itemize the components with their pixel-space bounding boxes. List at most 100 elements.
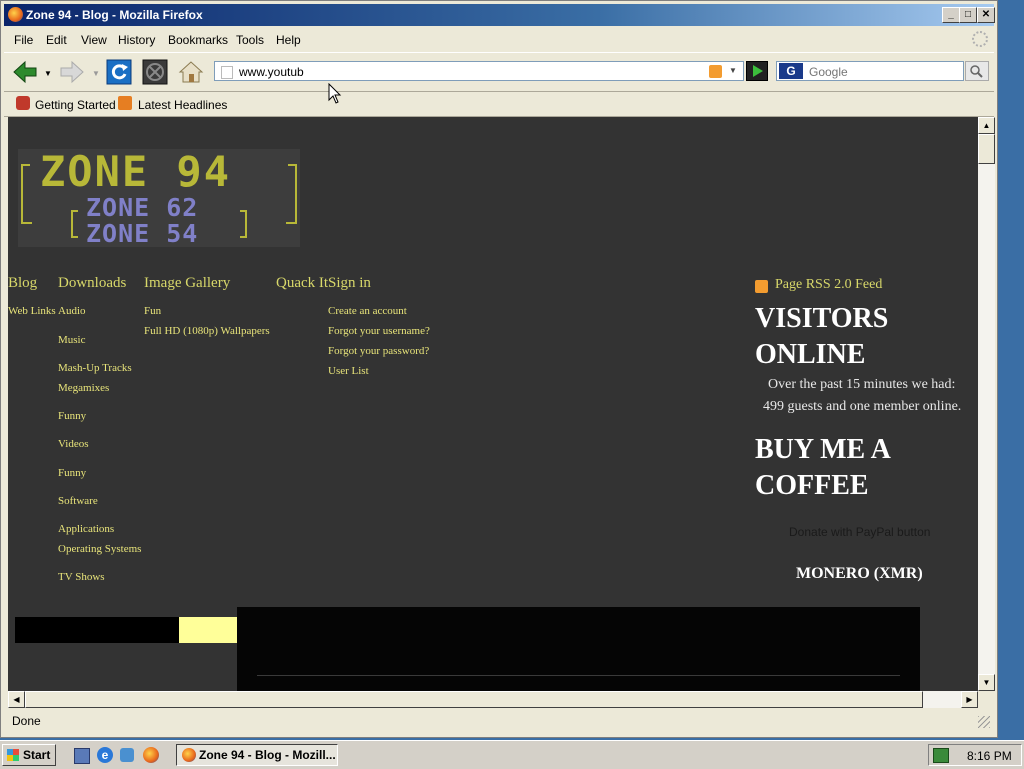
back-dropdown-icon[interactable]: ▼ [44,69,52,78]
reload-icon[interactable] [106,59,132,85]
page-rss-icon [755,280,768,293]
horizontal-scroll-thumb[interactable] [25,691,923,708]
nav-quack-it[interactable]: Quack It [276,275,328,292]
status-bar: Done [4,710,994,732]
nav-blog[interactable]: Blog [8,275,37,292]
taskbar: Start e Zone 94 - Blog - Mozill... 8:16 … [0,740,1024,769]
scroll-up-arrow-icon[interactable]: ▲ [978,117,995,134]
monero-heading: MONERO (XMR) [796,565,923,582]
logo-zone62-text: ZONE 62 [86,193,199,222]
taskbar-firefox-icon [182,748,196,762]
bookmarks-toolbar: Getting Started Latest Headlines [4,92,994,117]
vertical-scrollbar[interactable]: ▲ ▼ [978,117,995,691]
menu-bar: File Edit View History Bookmarks Tools H… [4,28,994,50]
visitors-heading-line2: ONLINE [755,339,866,370]
signin-user-list[interactable]: User List [328,365,369,377]
downloads-applications[interactable]: Applications [58,523,114,535]
nav-sign-in[interactable]: Sign in [328,275,371,292]
video-player-area[interactable] [237,607,920,691]
throbber-icon [972,31,988,47]
gallery-fun[interactable]: Fun [144,305,161,317]
vertical-scroll-thumb[interactable] [978,134,995,164]
clock[interactable]: 8:16 PM [967,749,1012,763]
go-button[interactable] [746,61,768,81]
menu-bookmarks[interactable]: Bookmarks [168,33,228,47]
downloads-music[interactable]: Music [58,334,86,346]
signin-create-account[interactable]: Create an account [328,305,407,317]
system-tray: 8:16 PM [928,744,1022,766]
close-button[interactable]: ✕ [977,7,995,23]
downloads-operating-systems[interactable]: Operating Systems [58,543,141,555]
scroll-down-arrow-icon[interactable]: ▼ [978,674,995,691]
title-bar[interactable]: Zone 94 - Blog - Mozilla Firefox _ □ ✕ [4,4,995,26]
home-icon[interactable] [178,59,204,85]
zone94-logo[interactable]: ZONE 94 ZONE 62 ZONE 54 [18,147,300,248]
menu-view[interactable]: View [81,33,107,47]
show-desktop-icon[interactable] [74,748,90,764]
url-dropdown-icon[interactable]: ▼ [729,66,737,75]
search-magnifier-icon[interactable] [965,61,989,81]
resize-grip-icon[interactable] [978,716,990,728]
mouse-cursor-icon [328,83,342,104]
black-banner-left [15,617,179,643]
search-input[interactable] [807,64,961,80]
downloads-videos[interactable]: Videos [58,438,89,450]
downloads-tv-shows[interactable]: TV Shows [58,571,105,583]
downloads-mashup-tracks[interactable]: Mash-Up Tracks [58,362,132,374]
maximize-button[interactable]: □ [959,7,977,23]
downloads-megamixes[interactable]: Megamixes [58,382,109,394]
paypal-donate-button[interactable]: Donate with PayPal button [789,525,930,539]
latest-headlines-rss-icon [118,96,132,110]
signin-forgot-password[interactable]: Forgot your password? [328,345,429,357]
ie-quicklaunch-icon[interactable]: e [97,747,113,763]
getting-started-icon [16,96,30,110]
minimize-button[interactable]: _ [942,7,960,23]
forward-arrow-icon[interactable] [59,59,85,85]
gallery-wallpapers[interactable]: Full HD (1080p) Wallpapers [144,325,270,337]
signin-forgot-username[interactable]: Forgot your username? [328,325,430,337]
menu-edit[interactable]: Edit [46,33,67,47]
video-progress-line [257,675,900,676]
bookmark-latest-headlines[interactable]: Latest Headlines [138,98,227,112]
menu-file[interactable]: File [14,33,33,47]
downloads-software[interactable]: Software [58,495,98,507]
stop-icon[interactable] [142,59,168,85]
scroll-left-arrow-icon[interactable]: ◀ [8,691,25,708]
firefox-quicklaunch-icon[interactable] [143,747,159,763]
google-engine-icon[interactable]: G [779,63,803,79]
downloads-funny-audio[interactable]: Funny [58,410,86,422]
taskbar-firefox-window[interactable]: Zone 94 - Blog - Mozill... [176,744,338,766]
start-button[interactable]: Start [2,744,56,766]
search-bar[interactable]: G [776,61,964,81]
menu-tools[interactable]: Tools [236,33,264,47]
downloads-audio[interactable]: Audio [58,305,86,317]
visitors-heading-line1: VISITORS [755,303,889,334]
logo-zone94-text: ZONE 94 [40,147,232,196]
coffee-heading-line1: BUY ME A [755,434,891,465]
firefox-icon [8,7,23,22]
page-rss-feed-link[interactable]: Page RSS 2.0 Feed [775,277,882,293]
page-favicon-icon [221,66,233,79]
windows-logo-icon [7,749,19,761]
network-quicklaunch-icon[interactable] [120,748,134,762]
downloads-funny-videos[interactable]: Funny [58,467,86,479]
rss-feed-icon[interactable] [709,65,722,78]
menu-help[interactable]: Help [276,33,301,47]
horizontal-scrollbar[interactable]: ◀ ▶ [8,691,978,708]
scroll-right-arrow-icon[interactable]: ▶ [961,691,978,708]
navigation-toolbar: ▼ ▼ ▼ G [4,52,994,92]
bookmark-getting-started[interactable]: Getting Started [35,98,116,112]
url-bar[interactable]: ▼ [214,61,744,81]
url-input[interactable] [237,64,701,80]
start-label: Start [23,748,51,762]
back-arrow-icon[interactable] [12,59,38,85]
nav-downloads[interactable]: Downloads [58,275,126,292]
page-content: ZONE 94 ZONE 62 ZONE 54 Blog Downloads I… [8,117,978,691]
nav-image-gallery[interactable]: Image Gallery [144,275,230,292]
network-tray-icon[interactable] [933,748,949,763]
visitors-text-line2: 499 guests and one member online. [763,399,962,414]
forward-dropdown-icon[interactable]: ▼ [92,69,100,78]
nav-web-links[interactable]: Web Links [8,305,56,317]
visitors-text-line1: Over the past 15 minutes we had: [768,377,956,392]
menu-history[interactable]: History [118,33,155,47]
